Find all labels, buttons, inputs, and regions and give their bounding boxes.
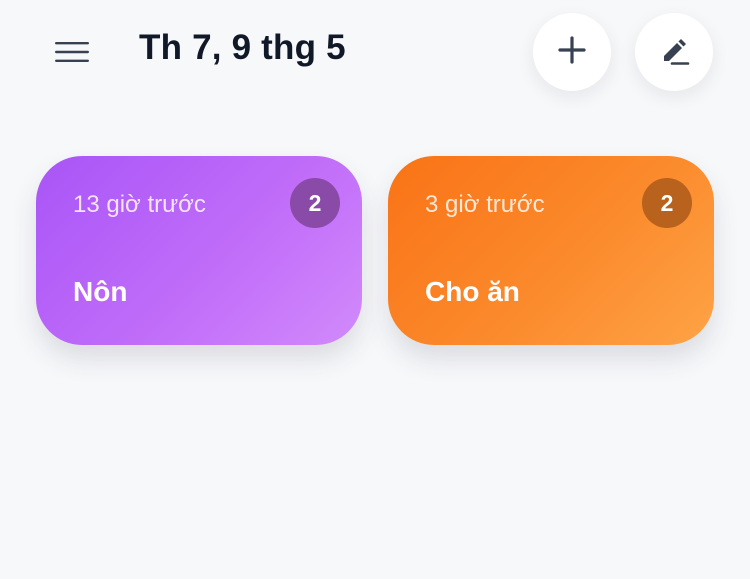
card-count-badge: 2: [642, 178, 692, 228]
event-card-cho-an[interactable]: 3 giờ trước 2 Cho ăn: [388, 156, 714, 345]
event-card-non[interactable]: 13 giờ trước 2 Nôn: [36, 156, 362, 345]
card-count-badge: 2: [290, 178, 340, 228]
edit-button[interactable]: [635, 13, 713, 91]
plus-icon: [557, 35, 587, 70]
card-label: Cho ăn: [425, 276, 520, 307]
page-title: Th 7, 9 thg 5: [139, 28, 346, 67]
hamburger-menu-icon: [55, 41, 89, 63]
card-time-ago: 3 giờ trước: [425, 191, 545, 218]
card-time-ago: 13 giờ trước: [73, 191, 206, 218]
menu-button[interactable]: [44, 30, 100, 74]
pencil-icon: [658, 34, 690, 71]
add-button[interactable]: [533, 13, 611, 91]
card-label: Nôn: [73, 276, 128, 307]
app-header: Th 7, 9 thg 5: [0, 0, 750, 110]
